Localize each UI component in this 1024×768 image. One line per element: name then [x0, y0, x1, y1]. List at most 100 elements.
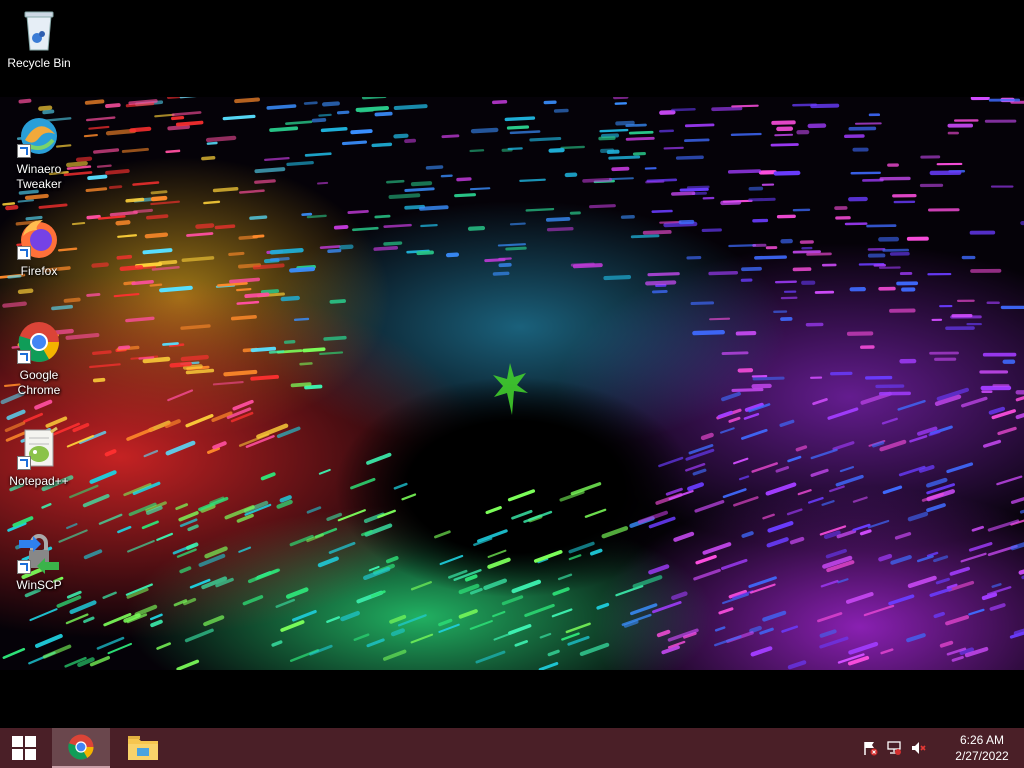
wallpaper-streak [128, 99, 158, 106]
wallpaper-streak [84, 99, 105, 105]
wallpaper-streak [792, 103, 818, 107]
desktop-icon-label: Winaero Tweaker [16, 162, 62, 191]
wallpaper-streak [214, 224, 236, 230]
wallpaper-streak [92, 350, 112, 356]
wallpaper-streak [182, 364, 203, 370]
wallpaper-streak [775, 466, 790, 473]
wallpaper-streak [238, 235, 259, 240]
wallpaper-streak [692, 330, 725, 336]
taskbar-chrome-button[interactable] [52, 728, 110, 768]
wallpaper-streak [86, 292, 101, 297]
wallpaper-streak [185, 414, 214, 428]
wallpaper-streak [115, 220, 131, 226]
wallpaper-streak [138, 356, 155, 360]
taskbar-file-explorer-button[interactable] [116, 728, 170, 768]
wallpaper-streak [926, 477, 948, 488]
wallpaper-streak [909, 435, 928, 443]
wallpaper-streak [242, 595, 264, 606]
wallpaper-streak [89, 363, 121, 369]
wallpaper-streak [42, 644, 72, 659]
wallpaper-streak [165, 440, 196, 456]
wallpaper-streak [178, 511, 199, 522]
wallpaper-streak [410, 181, 433, 187]
wallpaper-streak [105, 103, 121, 109]
wallpaper-streak [989, 603, 1006, 611]
taskbar-clock[interactable]: 6:26 AM 2/27/2022 [940, 732, 1024, 764]
wallpaper-streak [269, 247, 304, 255]
desktop[interactable]: Recycle Bin Winaero Tweaker Firefox Goog… [0, 0, 1024, 728]
wallpaper-streak [133, 208, 153, 214]
wallpaper-streak [867, 519, 890, 529]
start-button[interactable] [0, 728, 48, 768]
wallpaper-streak [879, 439, 907, 452]
wallpaper-streak [880, 648, 894, 655]
wallpaper-streak [132, 181, 160, 186]
wallpaper-streak [88, 125, 110, 130]
wallpaper-streak [533, 550, 563, 563]
wallpaper-streak [143, 449, 159, 458]
wallpaper-streak [78, 430, 107, 445]
wallpaper-streak [319, 351, 344, 356]
wallpaper-streak [410, 581, 432, 591]
wallpaper-streak [827, 407, 859, 420]
wallpaper-streak [492, 271, 510, 276]
wallpaper-streak [321, 101, 340, 107]
volume-muted-icon[interactable] [908, 738, 928, 758]
wallpaper-streak [570, 262, 595, 267]
wallpaper-streak [416, 250, 434, 256]
wallpaper-streak [1010, 542, 1024, 551]
wallpaper-streak [229, 277, 261, 284]
wallpaper-streak [949, 566, 970, 576]
wallpaper-streak [171, 115, 185, 121]
wallpaper-streak [738, 475, 750, 481]
wallpaper-streak [721, 351, 749, 355]
wallpaper-streak [97, 215, 126, 220]
wallpaper-streak [393, 482, 408, 490]
desktop-icon-firefox[interactable]: Firefox [2, 214, 76, 279]
wallpaper-streak [897, 399, 926, 411]
wallpaper-streak [933, 611, 945, 619]
wallpaper-streak [454, 193, 476, 198]
wallpaper-streak [131, 280, 154, 286]
wallpaper-streak [656, 629, 671, 638]
desktop-icon-label: Recycle Bin [7, 56, 71, 70]
wallpaper-streak [69, 600, 97, 615]
wallpaper-streak [388, 193, 421, 199]
desktop-icon-winscp[interactable]: WinSCP [2, 528, 76, 593]
wallpaper-streak [156, 642, 171, 650]
network-icon[interactable] [884, 738, 904, 758]
action-center-flag-icon[interactable] [860, 738, 880, 758]
wallpaper-streak [167, 124, 190, 131]
desktop-icon-recycle-bin[interactable]: Recycle Bin [2, 6, 76, 71]
wallpaper-streak [401, 493, 417, 501]
desktop-icon-winaero-tweaker[interactable]: Winaero Tweaker [2, 112, 76, 192]
desktop-icon-google-chrome[interactable]: Google Chrome [2, 318, 76, 398]
wallpaper-streak [317, 181, 329, 185]
wallpaper-streak [118, 345, 131, 350]
wallpaper-streak [685, 462, 706, 472]
wallpaper-streak [539, 632, 552, 639]
wallpaper-streak [487, 549, 507, 558]
desktop-icon-label: Firefox [20, 264, 58, 278]
wallpaper-streak [456, 177, 472, 182]
windows-logo-icon [12, 736, 36, 760]
firefox-icon [15, 214, 63, 262]
wallpaper-streak [371, 142, 393, 148]
wallpaper-streak [304, 152, 332, 157]
wallpaper-streak [714, 626, 726, 632]
wallpaper-streak [203, 200, 221, 205]
wallpaper-streak [695, 554, 717, 565]
wallpaper-streak [2, 202, 16, 206]
wallpaper-streak [493, 631, 516, 641]
wallpaper-streak [146, 214, 169, 220]
wallpaper-streak [485, 506, 502, 515]
wallpaper-streak [661, 645, 680, 655]
wallpaper-streak [505, 246, 527, 251]
wallpaper-streak [846, 592, 874, 604]
desktop-icon-notepad-plus-plus[interactable]: Notepad++ [2, 424, 76, 489]
wallpaper-streak [91, 262, 109, 268]
wallpaper-streak [323, 335, 347, 341]
wallpaper-streak [888, 594, 915, 606]
clock-date: 2/27/2022 [955, 749, 1009, 763]
wallpaper-streak [198, 553, 226, 567]
